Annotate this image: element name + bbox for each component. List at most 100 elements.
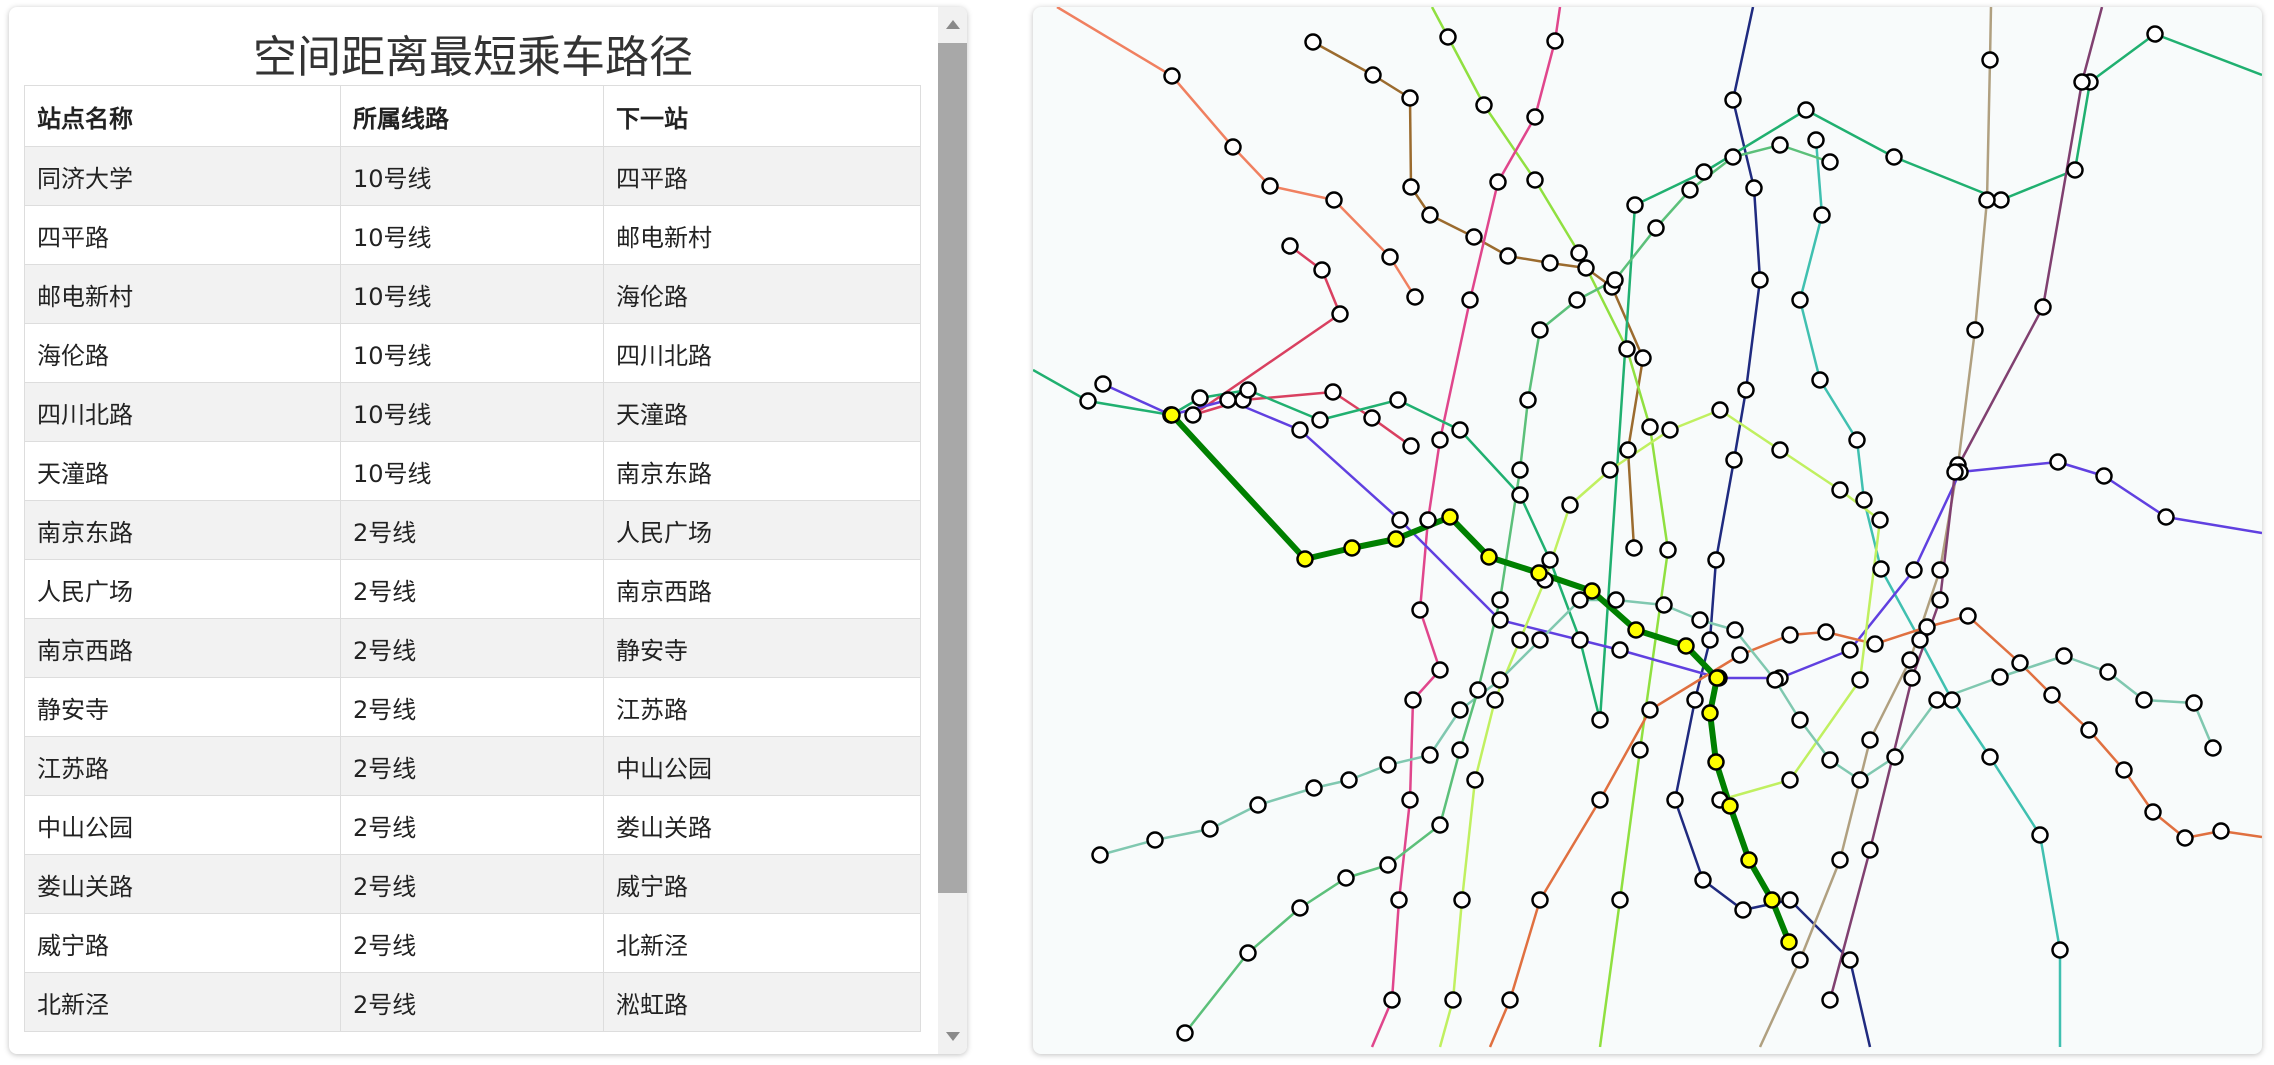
station-marker[interactable] — [1163, 67, 1181, 85]
station-marker[interactable] — [1866, 635, 1884, 653]
station-marker[interactable] — [1931, 561, 1949, 579]
station-marker[interactable] — [1421, 746, 1439, 764]
station-marker[interactable] — [2011, 654, 2029, 672]
station-marker[interactable] — [1771, 441, 1789, 459]
station-marker[interactable] — [1737, 381, 1755, 399]
station-marker[interactable] — [1811, 371, 1829, 389]
metro-map[interactable] — [1033, 7, 2262, 1054]
route-station-marker[interactable] — [1721, 797, 1739, 815]
route-station-marker[interactable] — [1707, 753, 1725, 771]
station-marker[interactable] — [1401, 89, 1419, 107]
station-marker[interactable] — [2115, 761, 2133, 779]
station-marker[interactable] — [1489, 173, 1507, 191]
station-marker[interactable] — [1406, 288, 1424, 306]
station-marker[interactable] — [1469, 681, 1487, 699]
route-station-marker[interactable] — [1677, 637, 1695, 655]
station-marker[interactable] — [1631, 741, 1649, 759]
station-marker[interactable] — [1224, 138, 1242, 156]
route-station-marker[interactable] — [1701, 704, 1719, 722]
station-marker[interactable] — [1872, 560, 1890, 578]
station-marker[interactable] — [1313, 261, 1331, 279]
station-marker[interactable] — [1486, 691, 1504, 709]
station-marker[interactable] — [1841, 641, 1859, 659]
station-marker[interactable] — [1851, 771, 1869, 789]
station-marker[interactable] — [1391, 511, 1409, 529]
station-marker[interactable] — [1691, 611, 1709, 629]
station-marker[interactable] — [1905, 561, 1923, 579]
station-marker[interactable] — [1607, 591, 1625, 609]
station-marker[interactable] — [1291, 899, 1309, 917]
station-marker[interactable] — [1511, 631, 1529, 649]
station-marker[interactable] — [2073, 73, 2091, 91]
station-marker[interactable] — [1304, 33, 1322, 51]
station-marker[interactable] — [1931, 591, 1949, 609]
station-marker[interactable] — [1791, 291, 1809, 309]
station-marker[interactable] — [1239, 944, 1257, 962]
station-marker[interactable] — [1978, 191, 1996, 209]
station-marker[interactable] — [1591, 711, 1609, 729]
station-marker[interactable] — [2043, 686, 2061, 704]
station-marker[interactable] — [1511, 486, 1529, 504]
station-marker[interactable] — [1807, 131, 1825, 149]
station-marker[interactable] — [1311, 411, 1329, 429]
station-marker[interactable] — [1491, 611, 1509, 629]
station-marker[interactable] — [1694, 871, 1712, 889]
station-marker[interactable] — [1531, 631, 1549, 649]
station-marker[interactable] — [1465, 228, 1483, 246]
station-marker[interactable] — [1201, 820, 1219, 838]
scrollbar[interactable] — [938, 7, 967, 1054]
station-marker[interactable] — [1711, 401, 1729, 419]
station-marker[interactable] — [1606, 271, 1624, 289]
station-marker[interactable] — [1431, 816, 1449, 834]
station-marker[interactable] — [1647, 219, 1665, 237]
station-marker[interactable] — [1444, 991, 1462, 1009]
metro-network-svg[interactable] — [1033, 7, 2262, 1054]
station-marker[interactable] — [1797, 101, 1815, 119]
station-marker[interactable] — [1634, 349, 1652, 367]
station-marker[interactable] — [1821, 991, 1839, 1009]
station-marker[interactable] — [1619, 441, 1637, 459]
station-marker[interactable] — [1991, 668, 2009, 686]
scroll-down-arrow-icon[interactable] — [946, 1032, 960, 1041]
station-marker[interactable] — [1701, 631, 1719, 649]
station-marker[interactable] — [1381, 248, 1399, 266]
station-marker[interactable] — [1943, 691, 1961, 709]
station-marker[interactable] — [1848, 431, 1866, 449]
scroll-up-arrow-icon[interactable] — [946, 20, 960, 29]
station-marker[interactable] — [1526, 171, 1544, 189]
route-station-marker[interactable] — [1387, 530, 1405, 548]
station-marker[interactable] — [1461, 291, 1479, 309]
station-marker[interactable] — [1176, 1024, 1194, 1042]
station-marker[interactable] — [1379, 856, 1397, 874]
station-marker[interactable] — [2034, 298, 2052, 316]
station-marker[interactable] — [1851, 671, 1869, 689]
station-marker[interactable] — [1659, 541, 1677, 559]
station-marker[interactable] — [1625, 539, 1643, 557]
station-marker[interactable] — [1641, 701, 1659, 719]
station-marker[interactable] — [2204, 739, 2222, 757]
station-marker[interactable] — [1561, 496, 1579, 514]
station-marker[interactable] — [1655, 596, 1673, 614]
station-marker[interactable] — [1541, 551, 1559, 569]
station-marker[interactable] — [1791, 951, 1809, 969]
station-marker[interactable] — [1402, 437, 1420, 455]
station-marker[interactable] — [1511, 461, 1529, 479]
station-marker[interactable] — [1959, 607, 1977, 625]
station-marker[interactable] — [1146, 831, 1164, 849]
station-marker[interactable] — [1781, 771, 1799, 789]
station-marker[interactable] — [1707, 551, 1725, 569]
station-marker[interactable] — [1611, 891, 1629, 909]
station-marker[interactable] — [1791, 711, 1809, 729]
route-station-marker[interactable] — [1480, 548, 1498, 566]
station-marker[interactable] — [1094, 375, 1112, 393]
station-marker[interactable] — [1918, 618, 1936, 636]
station-marker[interactable] — [1325, 191, 1343, 209]
station-marker[interactable] — [1363, 409, 1381, 427]
station-marker[interactable] — [1219, 391, 1237, 409]
station-marker[interactable] — [2157, 508, 2175, 526]
station-marker[interactable] — [1451, 701, 1469, 719]
station-marker[interactable] — [1491, 671, 1509, 689]
station-marker[interactable] — [1695, 163, 1713, 181]
station-marker[interactable] — [1726, 621, 1744, 639]
station-marker[interactable] — [1383, 991, 1401, 1009]
